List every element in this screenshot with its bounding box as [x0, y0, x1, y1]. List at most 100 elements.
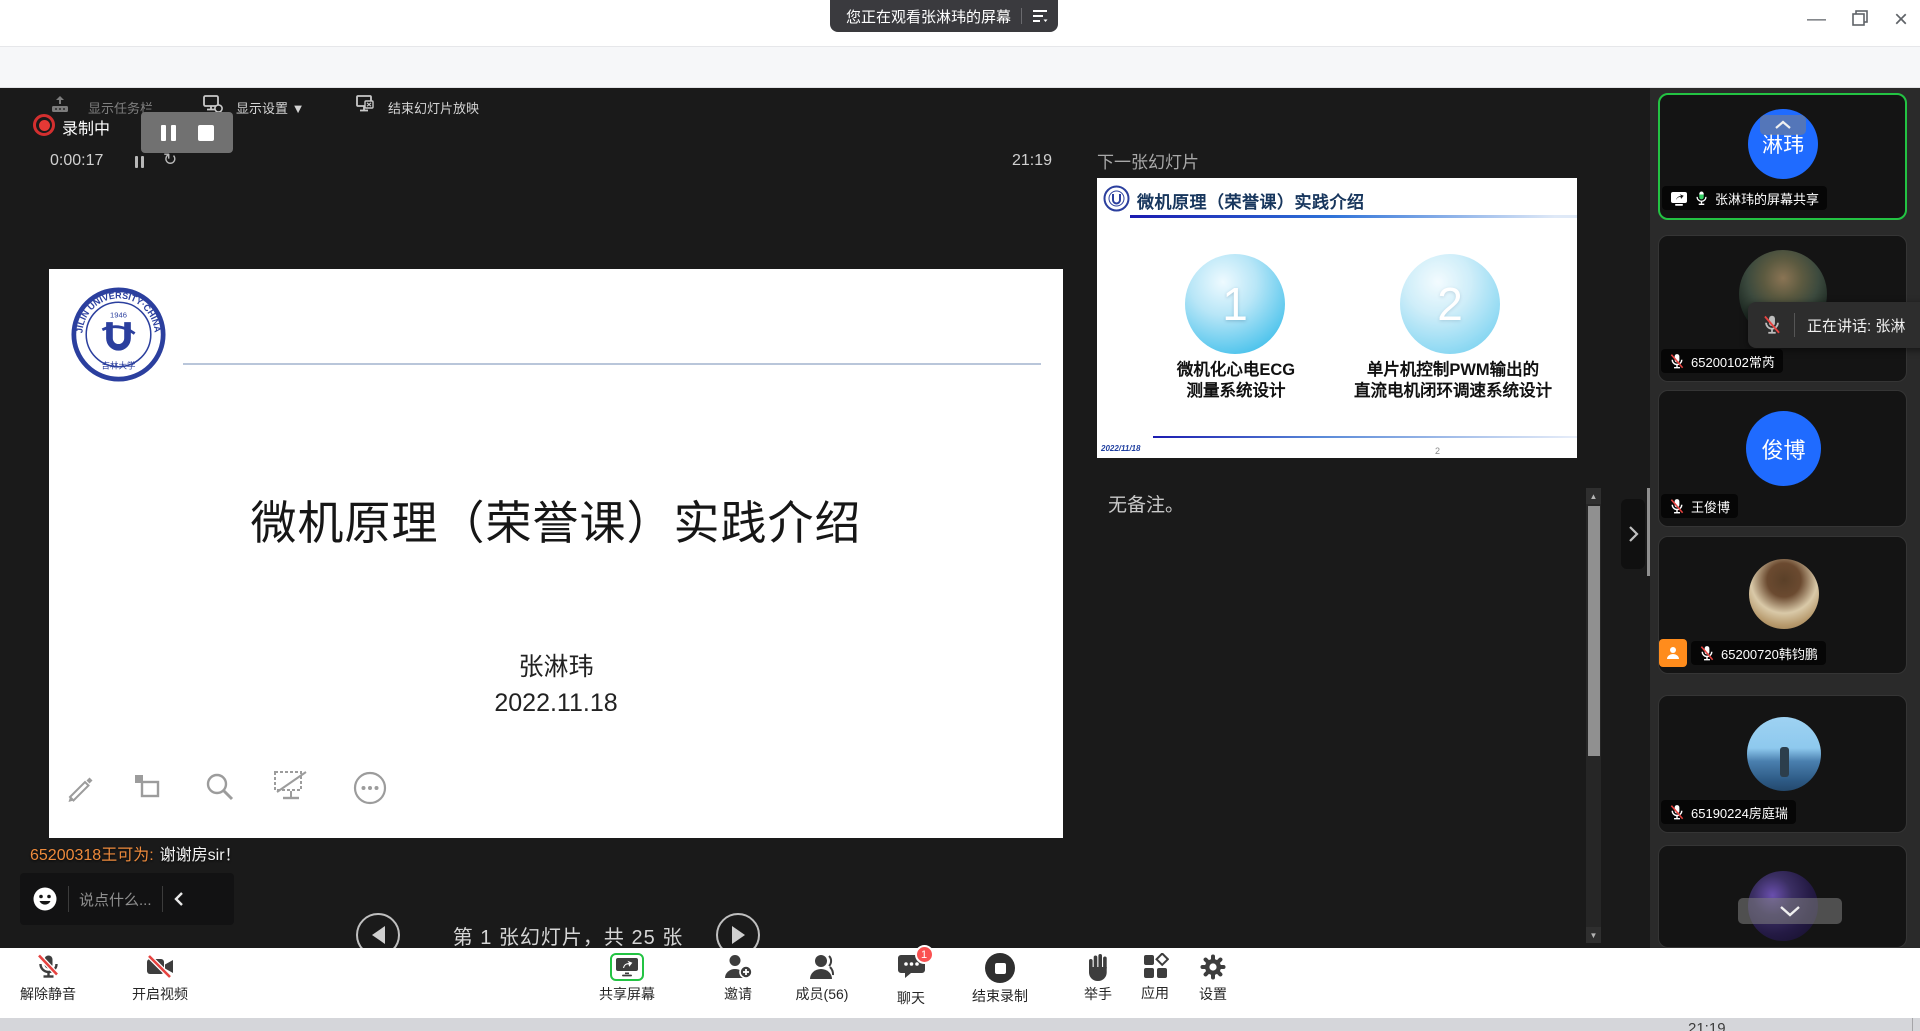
close-button[interactable]: ×: [1894, 6, 1908, 34]
slide-date: 2022.11.18: [49, 689, 1063, 718]
camera-muted-icon: [146, 953, 174, 981]
chevron-down-icon: [1779, 905, 1801, 917]
emoji-icon[interactable]: [32, 886, 58, 912]
participant-name-label: 王俊博: [1661, 494, 1738, 518]
apps-grid-icon: [1142, 953, 1169, 980]
thumb-page-number: 2: [1435, 446, 1440, 456]
thumb-underline: [1130, 215, 1577, 218]
speaker-notes: 无备注。: [1108, 490, 1184, 517]
mic-muted-icon: [1669, 353, 1685, 370]
end-slideshow-button[interactable]: 结束幻灯片放映: [388, 98, 479, 117]
taskbar-clock-partial: 21:19: [1688, 1020, 1748, 1031]
thumb-logo: [1103, 185, 1130, 212]
thumb-item1-caption: 微机化心电ECG测量系统设计: [1136, 360, 1336, 402]
minimize-button[interactable]: —: [1807, 6, 1826, 34]
pen-tool-button[interactable]: [62, 770, 96, 804]
university-logo: JILIN UNIVERSITY·CHINA 1946 吉林大学: [71, 287, 166, 382]
restore-button[interactable]: [1852, 10, 1868, 31]
participant-name: 王俊博: [1691, 497, 1730, 516]
scrollbar-thumb[interactable]: [1588, 506, 1600, 756]
participant-name: 65190224房庭瑞: [1691, 803, 1788, 822]
recording-controls: [141, 112, 233, 153]
end-show-icon: [355, 94, 375, 119]
speaking-label: 正在讲话: 张淋: [1807, 315, 1905, 336]
previous-icon: [372, 926, 385, 944]
chat-input-placeholder[interactable]: 说点什么...: [79, 889, 152, 910]
scroll-down-overlay[interactable]: [1738, 898, 1842, 924]
participant-tile[interactable]: 65200720韩钧鹏: [1658, 536, 1907, 674]
thumb-item2-caption: 单片机控制PWM输出的直流电机闭环调速系统设计: [1353, 360, 1553, 402]
stop-record-icon: [985, 953, 1015, 983]
start-video-button[interactable]: 开启视频: [118, 949, 202, 1015]
participant-tile-partial[interactable]: [1658, 845, 1907, 948]
members-button[interactable]: 成员(56): [780, 949, 864, 1015]
mic-muted-icon: [1762, 314, 1782, 336]
person-plus-icon: [723, 953, 753, 981]
mic-muted-icon: [1699, 645, 1715, 662]
agenda-menu-icon[interactable]: [1032, 9, 1048, 23]
pill-divider: [1021, 8, 1022, 24]
raise-hand-icon: [1085, 953, 1111, 981]
avatar: 俊博: [1746, 411, 1821, 486]
members-icon: [807, 953, 837, 981]
thumb-title: 微机原理（荣誉课）实践介绍: [1137, 188, 1365, 213]
meeting-info-bar: 01:00:52 演讲者视图 ▼: [0, 46, 1920, 88]
participant-name: 65200102常芮: [1691, 352, 1775, 371]
see-all-slides-button[interactable]: [132, 772, 166, 802]
bottom-toolbar: 解除静音 开启视频 共享屏幕 邀请 成员(56): [0, 948, 1920, 1018]
more-options-button[interactable]: [352, 770, 388, 806]
mic-muted-icon: [1669, 498, 1685, 515]
avatar-photo: [1749, 559, 1819, 629]
stop-recording-button[interactable]: [198, 125, 214, 141]
share-screen-icon: [610, 953, 644, 981]
collapse-chat-icon[interactable]: [173, 891, 185, 907]
share-screen-button[interactable]: 共享屏幕: [585, 949, 669, 1015]
chat-input-bar[interactable]: 说点什么...: [20, 873, 234, 925]
scroll-up-overlay[interactable]: [1760, 115, 1806, 135]
scroll-up-icon[interactable]: ▲: [1586, 488, 1601, 504]
presentation-elapsed-time: 0:00:17: [50, 152, 103, 170]
invite-button[interactable]: 邀请: [696, 949, 780, 1015]
thumb-date: 2022/11/18: [1101, 444, 1140, 453]
person-icon: [1665, 645, 1681, 661]
participant-name: 张淋玮的屏幕共享: [1715, 189, 1819, 208]
notes-scrollbar[interactable]: ▲ ▼: [1586, 488, 1601, 943]
logo-year: 1946: [110, 310, 127, 319]
scroll-down-icon[interactable]: ▼: [1586, 927, 1601, 943]
collapse-panel-handle[interactable]: [1621, 499, 1645, 569]
pause-recording-button[interactable]: [161, 125, 176, 141]
watching-banner-text: 您正在观看张淋玮的屏幕: [846, 6, 1011, 27]
participant-name-label: 张淋玮的屏幕共享: [1662, 186, 1827, 210]
blackout-screen-button[interactable]: [272, 768, 312, 804]
participant-name-label: 65200102常芮: [1661, 349, 1783, 373]
settings-button[interactable]: 设置: [1171, 949, 1255, 1015]
stop-record-button[interactable]: 结束录制: [958, 949, 1042, 1015]
unmute-button[interactable]: 解除静音: [6, 949, 90, 1015]
thumb-item1-circle: 1: [1185, 254, 1285, 354]
slide-author: 张淋玮: [49, 647, 1063, 683]
next-slide-thumbnail[interactable]: 微机原理（荣誉课）实践介绍 1 2 微机化心电ECG测量系统设计 单片机控制PW…: [1097, 178, 1577, 458]
thumb-bottom-line: [1153, 436, 1577, 438]
watching-banner[interactable]: 您正在观看张淋玮的屏幕: [830, 0, 1058, 32]
shared-screen-stage: 显示任务栏 显示设置 ▼ 结束幻灯片放映 录制中 0:00:17 ↻ 21:19…: [0, 88, 1920, 948]
chat-button[interactable]: 1 聊天: [869, 949, 953, 1015]
zoom-slide-button[interactable]: [203, 770, 237, 804]
thumb-item2-circle: 2: [1400, 254, 1500, 354]
chat-sender: 65200318王可为:: [30, 847, 154, 864]
participant-tile[interactable]: 俊博 王俊博: [1658, 390, 1907, 527]
participant-tile-sharer[interactable]: 淋玮 张淋玮的屏幕共享: [1658, 93, 1907, 220]
chat-message: 65200318王可为:谢谢房sir！: [30, 841, 241, 865]
pause-timer-button[interactable]: [133, 155, 145, 173]
recording-dot-icon: [33, 114, 55, 136]
slide-counter: 第 1 张幻灯片，共 25 张: [428, 921, 708, 950]
chat-unread-badge: 1: [915, 945, 934, 964]
avatar-photo: [1747, 717, 1821, 791]
display-settings-button[interactable]: 显示设置 ▼: [236, 98, 304, 117]
gear-icon: [1199, 953, 1227, 981]
participant-tile[interactable]: 65190224房庭瑞: [1658, 695, 1907, 833]
next-slide-header: 下一张幻灯片: [1097, 148, 1199, 173]
mic-active-icon: [1694, 190, 1709, 207]
restart-timer-button[interactable]: ↻: [163, 150, 177, 170]
recording-status: 录制中: [62, 115, 110, 139]
current-slide: JILIN UNIVERSITY·CHINA 1946 吉林大学 微机原理（荣誉…: [49, 269, 1063, 838]
